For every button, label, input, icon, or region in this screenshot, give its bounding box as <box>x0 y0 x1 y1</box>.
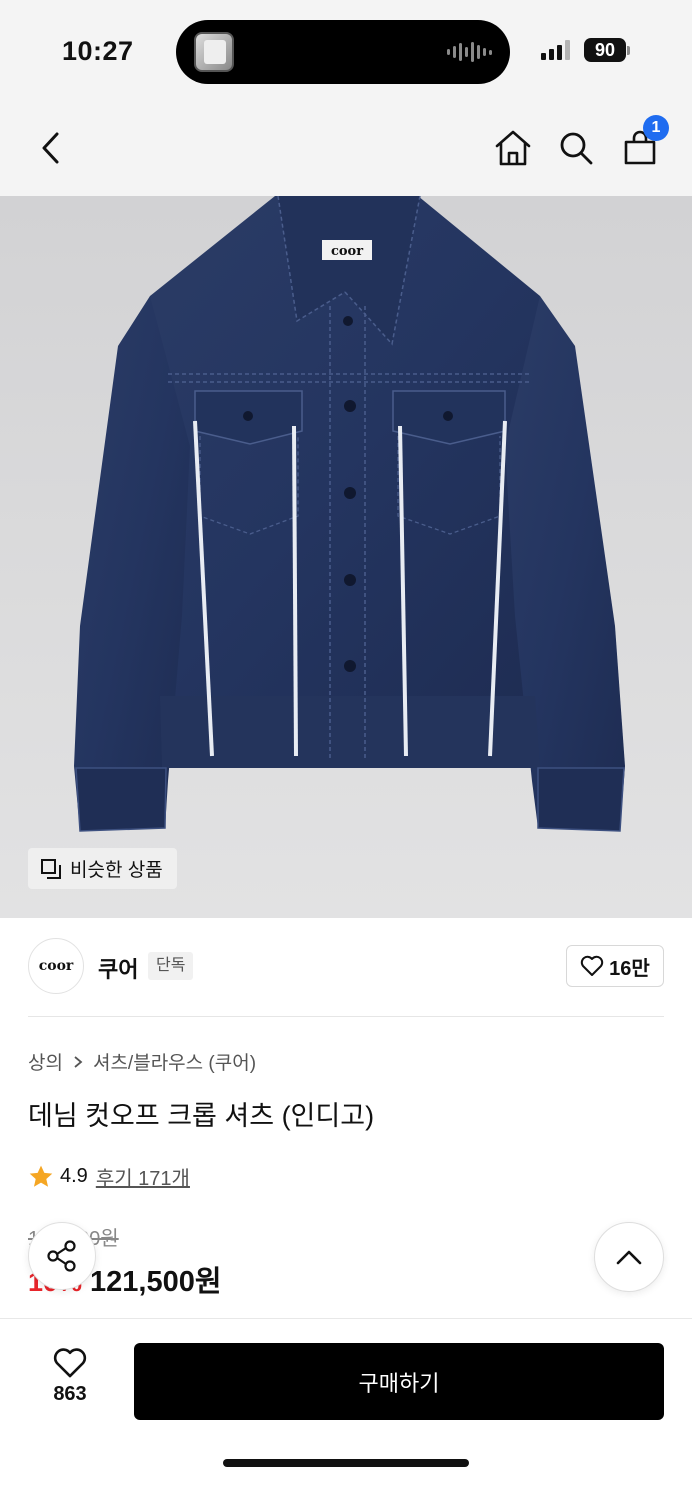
brand-name[interactable]: 쿠어 <box>98 952 138 984</box>
audio-waveform-icon <box>447 42 492 62</box>
heart-icon <box>580 955 604 976</box>
battery-icon: 90 <box>584 38 626 62</box>
buy-button[interactable]: 구매하기 <box>134 1343 664 1420</box>
similar-products-icon <box>41 858 61 879</box>
home-button[interactable] <box>492 128 534 168</box>
product-title: 데님 컷오프 크롭 셔츠 (인디고) <box>28 1101 375 1131</box>
back-button[interactable] <box>30 128 70 168</box>
star-icon <box>29 1165 53 1187</box>
bottom-action-bar: 863 구매하기 <box>0 1318 692 1500</box>
scroll-top-button[interactable] <box>594 1222 664 1292</box>
breadcrumb-item[interactable]: 상의 <box>28 1048 63 1075</box>
sale-price: 121,500원 <box>90 1266 222 1298</box>
now-playing-thumbnail <box>194 32 234 72</box>
home-indicator <box>223 1459 469 1467</box>
rating-row: 4.9 후기 171개 <box>28 1162 190 1191</box>
search-button[interactable] <box>556 128 596 168</box>
garment-label: coor <box>331 244 363 259</box>
heart-icon <box>53 1348 87 1378</box>
product-image[interactable]: coor 비슷한 상품 <box>0 196 692 918</box>
reviews-link[interactable]: 후기 171개 <box>96 1162 190 1191</box>
dynamic-island[interactable] <box>176 20 510 84</box>
share-button[interactable] <box>28 1222 96 1290</box>
brand-logo[interactable]: coor <box>28 938 84 994</box>
breadcrumb-item[interactable]: 셔츠/블라우스 (쿠어) <box>93 1048 256 1075</box>
wishlist-count: 863 <box>53 1383 87 1405</box>
rating-score: 4.9 <box>60 1165 88 1187</box>
brand-row: coor 쿠어 단독 16만 <box>28 938 664 994</box>
chevron-up-icon <box>616 1250 642 1265</box>
cart-count-badge: 1 <box>643 115 669 141</box>
brand-like-count: 16만 <box>609 957 650 980</box>
cellular-signal-icon <box>541 40 570 60</box>
share-icon <box>47 1240 76 1272</box>
status-bar: 10:27 90 <box>0 0 692 100</box>
brand-like-button[interactable]: 16만 <box>566 945 664 987</box>
chevron-right-icon <box>74 1055 83 1068</box>
battery-tip <box>627 46 630 55</box>
cart-button[interactable]: 1 <box>620 115 669 168</box>
breadcrumb: 상의 셔츠/블라우스 (쿠어) <box>28 1048 256 1075</box>
similar-products-button[interactable]: 비슷한 상품 <box>28 848 177 889</box>
denim-shirt-image: coor <box>74 196 625 832</box>
home-icon <box>495 130 531 166</box>
exclusive-badge: 단독 <box>148 952 194 980</box>
nav-bar: 1 <box>0 100 692 196</box>
clock: 10:27 <box>62 36 134 66</box>
search-icon <box>560 132 593 165</box>
similar-products-label: 비슷한 상품 <box>70 860 163 881</box>
wishlist-button[interactable]: 863 <box>30 1347 110 1406</box>
divider <box>28 1016 664 1017</box>
back-icon <box>42 132 59 164</box>
